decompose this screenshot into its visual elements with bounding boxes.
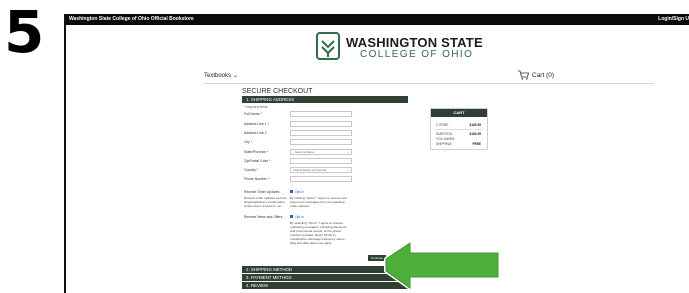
browser-screenshot: Washington State College of Ohio Officia…	[64, 14, 689, 293]
logo-title: WASHINGTON STATE	[346, 35, 483, 50]
address2-label: Address Line 2	[244, 131, 267, 135]
college-logo[interactable]: WASHINGTON STATE COLLEGE OF OHIO	[316, 32, 483, 66]
order-updates-text: By clicking "Opt-in" I agree to receive …	[290, 196, 347, 209]
city-field[interactable]	[290, 139, 352, 145]
phone-label: Phone Number *	[244, 177, 270, 181]
city-label: City *	[244, 140, 253, 144]
cart-row-value: $183.99	[469, 132, 481, 136]
logo-subtitle: COLLEGE OF OHIO	[360, 49, 474, 60]
order-updates-optin-label[interactable]: Opt-in	[295, 190, 304, 194]
order-updates-checkbox[interactable]	[290, 190, 293, 193]
cart-summary: CART 2 ITEMS $183.99 SUBTOTAL $183.99 YO…	[430, 108, 488, 150]
news-offers-optin-label[interactable]: Opt-in	[295, 215, 304, 219]
nav-divider	[204, 83, 654, 84]
order-updates-label: Receive Order Updates	[244, 190, 280, 194]
state-select[interactable]: - Select a State - ⌄	[290, 149, 352, 155]
chevron-down-icon: ⌄	[346, 168, 349, 172]
section-shipping-address[interactable]: 1. SHIPPING ADDRESS	[242, 96, 408, 103]
store-name: Washington State College of Ohio Officia…	[69, 16, 194, 22]
zip-field[interactable]	[290, 158, 352, 164]
cart-row-value: $183.99	[469, 123, 481, 127]
address2-field[interactable]	[290, 130, 352, 136]
top-bar: Washington State College of Ohio Officia…	[66, 14, 689, 25]
step-number: 5	[4, 0, 45, 66]
address1-field[interactable]	[290, 121, 352, 127]
full-name-label: Full Name *	[244, 112, 262, 116]
state-value: - Select a State -	[293, 150, 316, 154]
checkout-title: SECURE CHECKOUT	[242, 88, 313, 95]
login-link[interactable]: Login/Sign U	[658, 14, 689, 25]
cart-row-value: FREE	[472, 142, 481, 146]
cart-row-label: SUBTOTAL	[436, 132, 453, 136]
zip-label: Zip/Postal Code *	[244, 159, 271, 163]
cart-row-label: SHIPPING:	[436, 142, 453, 146]
full-name-field[interactable]	[290, 111, 352, 117]
news-offers-text: By selecting "Opt-in" I agree to receive…	[290, 221, 347, 246]
textbooks-label: Textbooks	[204, 73, 232, 79]
college-logo-icon	[316, 32, 340, 60]
address1-label: Address Line 1 *	[244, 122, 269, 126]
textbooks-menu[interactable]: Textbooks ⌄	[204, 72, 238, 79]
pointer-arrow-icon	[384, 242, 500, 290]
country-select[interactable]: United States of America ⌄	[290, 167, 352, 173]
country-label: Country *	[244, 168, 259, 172]
order-updates-sublabel: Receive order updates such as shipping/d…	[244, 196, 287, 209]
news-offers-checkbox[interactable]	[290, 215, 293, 218]
cart-divider	[435, 129, 483, 130]
cart-row-label: YOU SAVED:	[436, 137, 456, 141]
cart-row-label: 2 ITEMS	[436, 123, 449, 127]
cart-label: Cart (0)	[532, 71, 555, 79]
chevron-down-icon: ⌄	[232, 73, 238, 79]
phone-field[interactable]	[290, 176, 352, 182]
cart-title: CART	[431, 109, 487, 117]
tutorial-figure: 5 Washington State College of Ohio Offic…	[0, 0, 689, 293]
news-offers-label: Receive News and Offers	[244, 215, 283, 219]
country-value: United States of America	[293, 168, 327, 172]
cart-link[interactable]: Cart (0)	[518, 70, 554, 80]
cart-icon	[518, 70, 529, 80]
state-label: State/Province *	[244, 150, 269, 154]
chevron-down-icon: ⌄	[346, 150, 349, 154]
required-note: * required fields	[244, 105, 268, 109]
